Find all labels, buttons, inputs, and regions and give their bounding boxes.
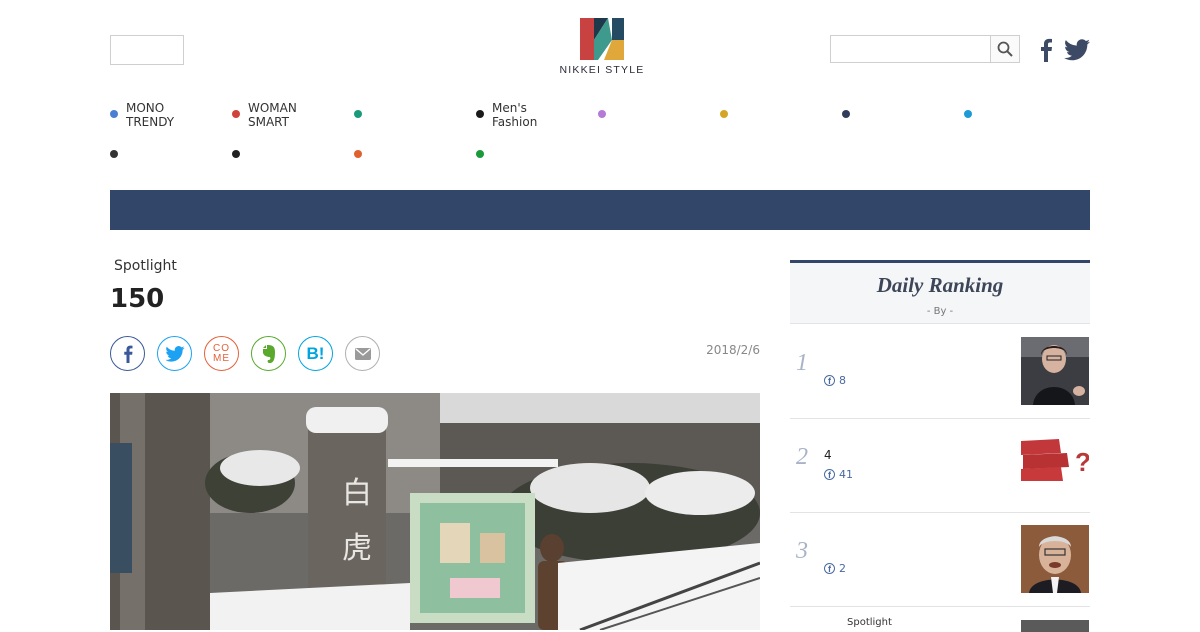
nav-item-11[interactable] (354, 138, 474, 170)
banner-bar (110, 190, 1090, 230)
nav-dot (476, 110, 484, 118)
nav-dot (232, 110, 240, 118)
search-button[interactable] (990, 36, 1019, 62)
ranking-item[interactable]: 2 4 f 41 ? (790, 418, 1090, 513)
rank-thumbnail (1021, 620, 1089, 632)
share-facebook-button[interactable] (110, 336, 145, 371)
article-title: 150 (110, 284, 165, 314)
facebook-icon (123, 345, 132, 363)
nav-item-label: WOMAN SMART (248, 101, 297, 129)
nav-item-mono-trendy[interactable]: MONO TRENDY (110, 98, 230, 130)
fb-count-value: 8 (839, 374, 846, 387)
nikkei-style-logo[interactable]: NIKKEI STYLE (556, 18, 648, 82)
ranking-item[interactable]: 3 f 2 (790, 512, 1090, 607)
share-hatena-button[interactable]: B! (298, 336, 333, 371)
nav-dot (720, 110, 728, 118)
share-comment-button[interactable]: CO ME (204, 336, 239, 371)
article-photo: 白 虎 隊 (110, 393, 760, 630)
search-field[interactable] (830, 35, 1020, 63)
facebook-icon[interactable] (1038, 38, 1054, 62)
rank-thumbnail (1021, 337, 1089, 405)
rank-number: 2 (796, 444, 808, 470)
article-date: 2018/2/6 (706, 343, 760, 357)
nav-item-7[interactable] (842, 98, 962, 130)
nav-dot (598, 110, 606, 118)
nav-item-8[interactable] (964, 98, 1084, 130)
rank-thumbnail: ? (1021, 431, 1089, 499)
nav-item-mens-fashion[interactable]: Men's Fashion (476, 98, 596, 130)
rank-fb-count: f 2 (824, 562, 846, 575)
ranking-subtitle: - By - (926, 306, 954, 317)
svg-text:?: ? (1075, 447, 1089, 477)
svg-text:虎: 虎 (342, 531, 372, 566)
ranking-title: Daily Ranking (876, 273, 1004, 297)
nav-dot (354, 150, 362, 158)
nav-dot (354, 110, 362, 118)
rank-fb-count: f 41 (824, 468, 853, 481)
nav-dot (842, 110, 850, 118)
comment-icon: CO ME (213, 342, 230, 364)
twitter-icon (164, 345, 185, 362)
rank-number: 3 (796, 538, 808, 564)
nav-item-3[interactable] (354, 98, 474, 130)
nav-item-5[interactable] (598, 98, 718, 130)
facebook-icon: f (824, 375, 835, 386)
nav-dot (476, 150, 484, 158)
nav-item-10[interactable] (232, 138, 352, 170)
share-mail-button[interactable] (345, 336, 380, 371)
facebook-icon: f (824, 469, 835, 480)
rank-thumbnail (1021, 525, 1089, 593)
nav-item-9[interactable] (110, 138, 230, 170)
nav-item-12[interactable] (476, 138, 596, 170)
twitter-icon[interactable] (1064, 39, 1090, 61)
hatena-bookmark-icon: B! (306, 343, 325, 363)
facebook-icon: f (824, 563, 835, 574)
search-input[interactable] (831, 36, 991, 62)
share-evernote-button[interactable] (251, 336, 286, 371)
nav-item-label: MONO TRENDY (126, 101, 175, 129)
rank-headline: 4 (824, 448, 832, 462)
logo-mark-icon (580, 18, 624, 60)
nav-item-label: Men's Fashion (492, 101, 538, 129)
fb-count-value: 2 (839, 562, 846, 575)
ranking-next-item[interactable]: Spotlight (790, 608, 1090, 632)
nav-dot (110, 110, 118, 118)
search-icon (997, 41, 1013, 57)
header-menu-box[interactable] (110, 35, 184, 65)
rank-number: 1 (796, 350, 808, 376)
evernote-icon (262, 344, 275, 363)
share-twitter-button[interactable] (157, 336, 192, 371)
fb-count-value: 41 (839, 468, 853, 481)
nav-dot (232, 150, 240, 158)
mail-icon (354, 347, 371, 360)
rank-fb-count: f 8 (824, 374, 846, 387)
rank-category-label: Spotlight (847, 617, 892, 628)
nav-dot (964, 110, 972, 118)
logo-text: NIKKEI STYLE (559, 64, 645, 76)
nav-item-6[interactable] (720, 98, 840, 130)
ranking-panel: Daily Ranking - By - 1 f 8 2 4 f 41 3 f … (790, 260, 1090, 632)
ranking-header: Daily Ranking - By - (790, 260, 1090, 324)
nav-item-woman-smart[interactable]: WOMAN SMART (232, 98, 352, 130)
svg-text:白: 白 (342, 476, 372, 511)
nav-dot (110, 150, 118, 158)
ranking-item[interactable]: 1 f 8 (790, 324, 1090, 419)
article-category[interactable]: Spotlight (114, 258, 177, 274)
